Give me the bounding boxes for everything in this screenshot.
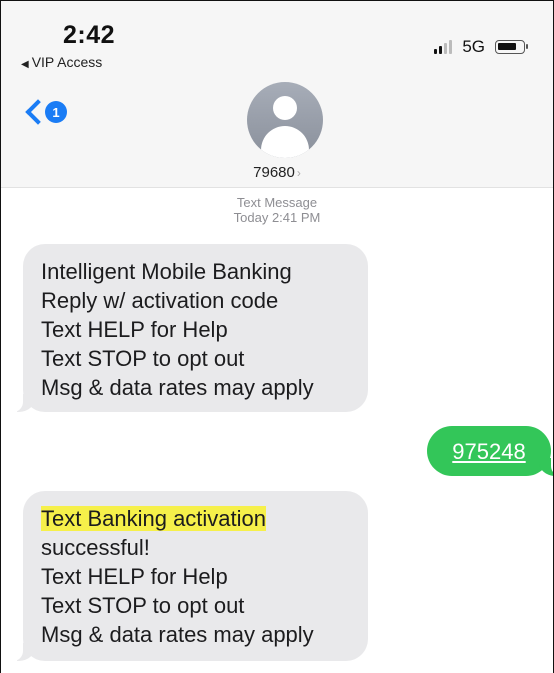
activation-code-link[interactable]: 975248 xyxy=(452,437,525,466)
outgoing-message-bubble[interactable]: 975248 xyxy=(427,426,553,476)
back-chevron-icon xyxy=(25,99,51,125)
battery-icon xyxy=(495,40,528,54)
message-line: Text STOP to opt out xyxy=(41,593,245,618)
back-button[interactable]: 1 xyxy=(23,99,67,125)
back-to-app-link[interactable]: ◀ VIP Access xyxy=(21,54,102,70)
highlighted-text: Text Banking activation xyxy=(41,506,267,531)
message-line: Reply w/ activation code xyxy=(41,288,279,313)
thread-meta: Text Message Today 2:41 PM xyxy=(1,195,553,225)
status-time: 2:42 xyxy=(63,21,116,49)
status-icons: 5G xyxy=(434,37,528,57)
message-line: successful! xyxy=(41,535,150,560)
contact-avatar-icon[interactable] xyxy=(247,82,323,158)
messages-screen: 2:42 ◀ VIP Access 5G 1 79680 › Text Messag… xyxy=(0,0,554,673)
incoming-message-bubble[interactable]: Text Banking activation successful! Text… xyxy=(11,491,368,661)
incoming-message-bubble[interactable]: Intelligent Mobile Banking Reply w/ acti… xyxy=(11,244,368,412)
message-type-label: Text Message xyxy=(236,195,318,210)
signal-bars-icon xyxy=(434,40,453,54)
contact-name-button[interactable]: 79680 › xyxy=(1,164,553,181)
message-line: Text Banking activation xyxy=(41,504,350,533)
chevron-right-icon: › xyxy=(296,166,301,180)
message-line: Msg & data rates may apply xyxy=(41,375,314,400)
message-line: Msg & data rates may apply xyxy=(41,622,314,647)
conversation-header: 2:42 ◀ VIP Access 5G 1 79680 › xyxy=(1,1,553,188)
message-line: Text STOP to opt out xyxy=(41,346,245,371)
message-line: Text HELP for Help xyxy=(41,317,228,342)
back-app-label: VIP Access xyxy=(31,54,103,70)
back-triangle-icon: ◀ xyxy=(21,59,29,70)
message-line: Text HELP for Help xyxy=(41,564,228,589)
network-type: 5G xyxy=(462,37,485,56)
message-timestamp: Today 2:41 PM xyxy=(233,210,321,225)
message-line: Intelligent Mobile Banking xyxy=(41,259,292,284)
contact-number: 79680 xyxy=(253,164,295,181)
